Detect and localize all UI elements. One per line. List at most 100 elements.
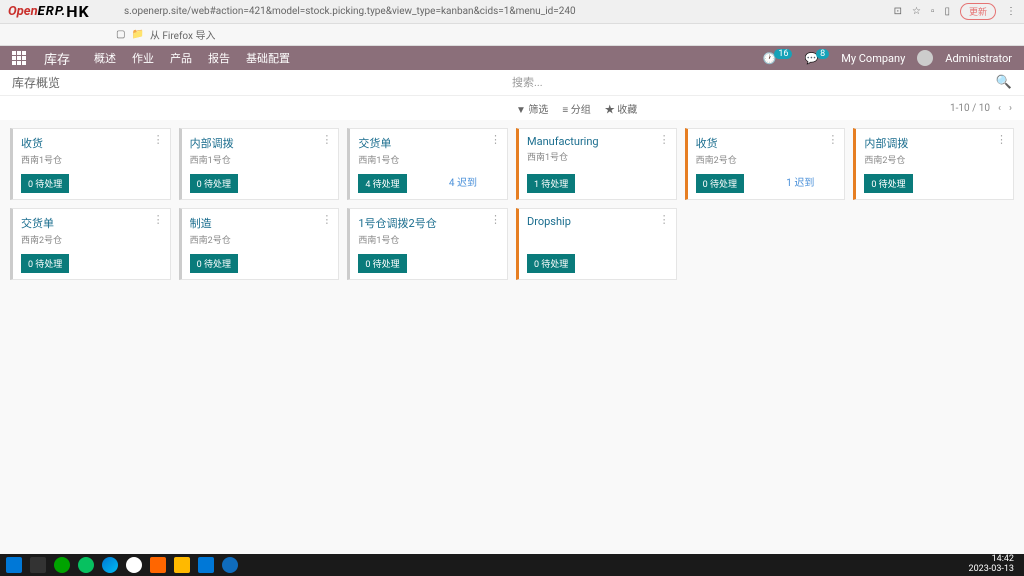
group-btn[interactable]: ≡ 分组	[562, 101, 590, 116]
card-process-button[interactable]: 0 待处理	[864, 174, 912, 193]
nav-item[interactable]: 作业	[132, 50, 154, 66]
nav-item[interactable]: 概述	[94, 50, 116, 66]
card-menu-icon[interactable]: ⋮	[321, 133, 332, 146]
card-menu-icon[interactable]: ⋮	[659, 213, 670, 226]
nav-item[interactable]: 报告	[208, 50, 230, 66]
favorite-btn[interactable]: ★ 收藏	[605, 101, 637, 116]
explorer-icon[interactable]	[174, 557, 190, 573]
card-title[interactable]: 交货单	[21, 215, 162, 231]
chrome-icon[interactable]	[126, 557, 142, 573]
module-title[interactable]: 库存	[44, 49, 70, 68]
card-title[interactable]: 制造	[190, 215, 331, 231]
card-menu-icon[interactable]: ⋮	[659, 133, 670, 146]
kanban-card[interactable]: ⋮Dropship 0 待处理	[516, 208, 677, 280]
card-late-link[interactable]: 4 迟到	[449, 174, 477, 189]
edge-icon[interactable]	[102, 557, 118, 573]
card-process-button[interactable]: 4 待处理	[358, 174, 406, 193]
wechat-icon[interactable]	[54, 557, 70, 573]
page-title: 库存概览	[12, 74, 60, 91]
kanban-card[interactable]: ⋮内部调拨西南1号仓 0 待处理	[179, 128, 340, 200]
pager-text: 1-10 / 10	[950, 103, 990, 114]
subheader: 库存概览 搜索... 🔍	[0, 70, 1024, 96]
kanban-card[interactable]: ⋮Manufacturing西南1号仓1 待处理	[516, 128, 677, 200]
windows-taskbar: 14:42 2023-03-13	[0, 554, 1024, 576]
menu-icon[interactable]: ⋮	[1006, 6, 1016, 17]
pager: 1-10 / 10 ‹ ›	[950, 103, 1012, 114]
search-area[interactable]: 搜索... 🔍	[512, 74, 1012, 91]
card-subtitle: 西南2号仓	[864, 153, 1005, 166]
kanban-card[interactable]: ⋮交货单西南1号仓4 待处理4 迟到	[347, 128, 508, 200]
bookmark-import[interactable]: 从 Firefox 导入	[150, 27, 216, 42]
nav-item[interactable]: 基础配置	[246, 50, 290, 66]
search-task-icon[interactable]	[30, 557, 46, 573]
site-logo: OpenERP.HK	[8, 2, 116, 21]
pager-prev-icon[interactable]: ‹	[998, 103, 1001, 114]
clock-badge[interactable]: 🕐16	[763, 52, 793, 65]
nav-item[interactable]: 产品	[170, 50, 192, 66]
card-title[interactable]: 1号仓调拨2号仓	[358, 215, 499, 231]
refresh-button[interactable]: 更新	[960, 3, 996, 20]
kanban-card[interactable]: ⋮收货西南1号仓 0 待处理	[10, 128, 171, 200]
browser-task-icon[interactable]	[222, 557, 238, 573]
filter-btn[interactable]: ▼ 筛选	[516, 101, 548, 116]
card-process-button[interactable]: 1 待处理	[527, 174, 575, 193]
pager-next-icon[interactable]: ›	[1009, 103, 1012, 114]
card-subtitle: 西南1号仓	[190, 153, 331, 166]
star-icon[interactable]: ☆	[912, 6, 921, 17]
card-menu-icon[interactable]: ⋮	[153, 133, 164, 146]
card-title[interactable]: 收货	[21, 135, 162, 151]
card-late-link[interactable]: 1 迟到	[786, 174, 814, 189]
main-nav: 库存 概述 作业 产品 报告 基础配置 🕐16 💬8 My Company Ad…	[0, 46, 1024, 70]
reader-icon[interactable]: ⊡	[894, 6, 902, 17]
card-menu-icon[interactable]: ⋮	[996, 133, 1007, 146]
card-subtitle: 西南1号仓	[21, 153, 162, 166]
apps-icon[interactable]	[12, 51, 26, 65]
card-subtitle: 西南2号仓	[21, 233, 162, 246]
card-title[interactable]: 内部调拨	[190, 135, 331, 151]
card-process-button[interactable]: 0 待处理	[696, 174, 744, 193]
card-menu-icon[interactable]: ⋮	[153, 213, 164, 226]
filter-bar: ▼ 筛选 ≡ 分组 ★ 收藏 1-10 / 10 ‹ ›	[0, 96, 1024, 120]
clock[interactable]: 14:42 2023-03-13	[969, 555, 1018, 575]
firefox-icon[interactable]	[150, 557, 166, 573]
card-menu-icon[interactable]: ⋮	[827, 133, 838, 146]
nav-menu: 概述 作业 产品 报告 基础配置	[94, 50, 290, 66]
search-placeholder: 搜索...	[512, 74, 543, 90]
kanban-board: ⋮收货西南1号仓0 待处理⋮内部调拨西南1号仓0 待处理⋮交货单西南1号仓4 待…	[0, 120, 1024, 576]
word-icon[interactable]	[198, 557, 214, 573]
chat-badge[interactable]: 💬8	[804, 52, 829, 65]
card-process-button[interactable]: 0 待处理	[21, 254, 69, 273]
search-icon[interactable]: 🔍	[996, 75, 1012, 90]
card-process-button[interactable]: 0 待处理	[190, 254, 238, 273]
tab-icon[interactable]: ▢	[116, 29, 125, 40]
card-process-button[interactable]: 0 待处理	[358, 254, 406, 273]
user-label[interactable]: Administrator	[945, 52, 1012, 65]
card-menu-icon[interactable]: ⋮	[490, 133, 501, 146]
start-icon[interactable]	[6, 557, 22, 573]
card-process-button[interactable]: 0 待处理	[21, 174, 69, 193]
url-text[interactable]: s.openerp.site/web#action=421&model=stoc…	[124, 6, 894, 17]
card-title[interactable]: 内部调拨	[864, 135, 1005, 151]
card-menu-icon[interactable]: ⋮	[321, 213, 332, 226]
card-subtitle: 西南2号仓	[696, 153, 837, 166]
kanban-card[interactable]: ⋮1号仓调拨2号仓西南1号仓0 待处理	[347, 208, 508, 280]
account-icon[interactable]: ▯	[944, 6, 950, 17]
card-process-button[interactable]: 0 待处理	[190, 174, 238, 193]
card-menu-icon[interactable]: ⋮	[490, 213, 501, 226]
kanban-card[interactable]: ⋮交货单西南2号仓 0 待处理	[10, 208, 171, 280]
kanban-card[interactable]: ⋮制造西南2号仓0 待处理	[179, 208, 340, 280]
company-label[interactable]: My Company	[841, 52, 905, 65]
nav-right: 🕐16 💬8 My Company Administrator	[763, 50, 1012, 66]
card-title[interactable]: Dropship	[527, 215, 668, 228]
kanban-card[interactable]: ⋮内部调拨西南2号仓 0 待处理	[853, 128, 1014, 200]
card-process-button[interactable]: 0 待处理	[527, 254, 575, 273]
browser-address-bar: OpenERP.HK s.openerp.site/web#action=421…	[0, 0, 1024, 24]
bookmark-bar: ▢ 📁 从 Firefox 导入	[0, 24, 1024, 46]
card-title[interactable]: Manufacturing	[527, 135, 668, 148]
app-icon[interactable]	[78, 557, 94, 573]
card-title[interactable]: 收货	[696, 135, 837, 151]
card-title[interactable]: 交货单	[358, 135, 499, 151]
download-icon[interactable]: ▫	[931, 6, 935, 17]
avatar[interactable]	[917, 50, 933, 66]
kanban-card[interactable]: ⋮收货西南2号仓 0 待处理 1 迟到	[685, 128, 846, 200]
